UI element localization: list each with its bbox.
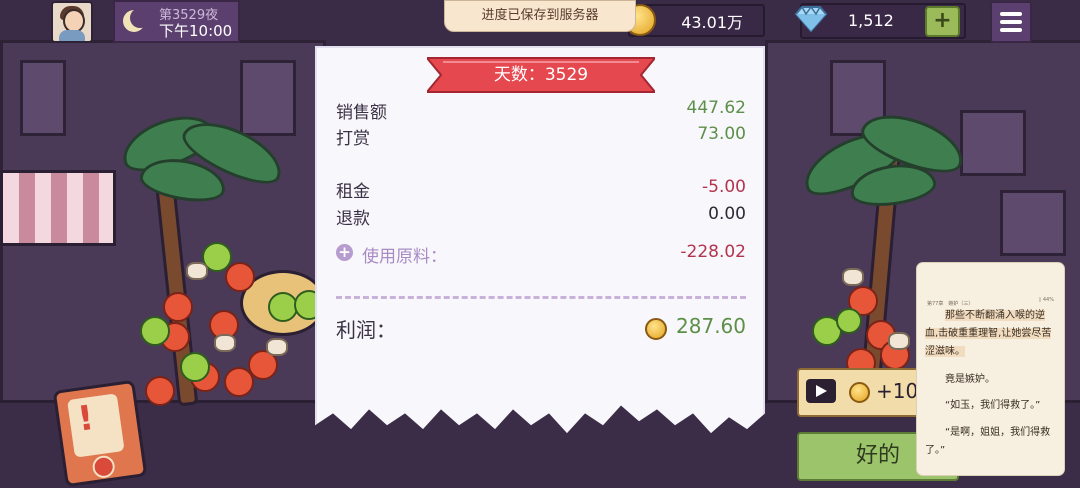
reader-paragraph: “是啊，姐姐，我们得救了。” xyxy=(925,427,1051,456)
reading-progress: ▯ 44% xyxy=(1038,297,1054,303)
refund-label: 退款 xyxy=(336,209,370,229)
rent-label: 租金 xyxy=(336,182,370,202)
sales-row: 销售额 447.62 xyxy=(336,98,746,123)
shop-awning xyxy=(0,170,116,246)
save-toast: 进度已保存到服务器 xyxy=(444,0,636,32)
moon-icon xyxy=(123,8,150,32)
profit-label: 利润： xyxy=(336,318,396,342)
diamond-icon xyxy=(794,5,828,33)
reader-paragraph: 竟是嫉妒。 xyxy=(945,374,995,385)
day-title: 天数：3529 xyxy=(493,65,589,85)
pepper-slice xyxy=(140,316,170,346)
pepper-slice xyxy=(180,352,210,382)
garlic-slice xyxy=(186,262,208,280)
tomato-slice xyxy=(224,367,254,397)
refund-row: 退款 0.00 xyxy=(336,204,746,229)
building-window xyxy=(960,110,1026,176)
player-avatar[interactable] xyxy=(51,1,93,43)
tips-label: 打赏 xyxy=(336,129,370,149)
ad-reward-amount: +10 xyxy=(876,379,919,403)
coin-balance: 43.01万 xyxy=(624,4,765,37)
coin-icon xyxy=(645,318,667,340)
chapter-header: 第77章 嫉妒（三） xyxy=(927,301,974,307)
sales-value: 447.62 xyxy=(686,98,746,118)
materials-label: 使用原料： xyxy=(362,247,447,267)
rent-row: 租金 -5.00 xyxy=(336,177,746,202)
clock-time: 下午10:00 xyxy=(159,22,233,40)
hamburger-menu-button[interactable] xyxy=(990,1,1032,43)
alert-card-button[interactable]: ! xyxy=(52,379,148,488)
tomato-slice xyxy=(225,262,255,292)
reader-paragraph: 那些不断翻涌入喉的逆血,击破重重理智,让她尝尽苦涩滋味。 xyxy=(925,310,1052,357)
materials-value: -228.02 xyxy=(680,242,746,262)
coin-icon xyxy=(849,382,870,403)
night-time-panel: 第3529夜 下午10:00 xyxy=(113,0,240,43)
garlic-slice xyxy=(842,268,864,286)
watch-ad-bonus-button[interactable]: +10 xyxy=(797,368,926,417)
materials-row[interactable]: + 使用原料： -228.02 xyxy=(336,242,746,267)
gem-balance: 1,512 + xyxy=(794,3,966,39)
add-gems-button[interactable]: + xyxy=(925,6,960,37)
plus-circle-icon[interactable]: + xyxy=(336,244,353,261)
receipt-divider xyxy=(336,296,746,299)
novel-reader-overlay[interactable]: 第77章 嫉妒（三） ▯ 44% 那些不断翻涌入喉的逆血,击破重重理智,让她尝尽… xyxy=(916,262,1065,476)
tips-row: 打赏 73.00 xyxy=(336,124,746,149)
reader-paragraph: “如玉，我们得救了。” xyxy=(945,400,1041,411)
sales-label: 销售额 xyxy=(336,103,387,123)
rent-value: -5.00 xyxy=(702,177,746,197)
video-play-icon xyxy=(806,379,836,403)
hamburger-menu-icon xyxy=(1000,12,1022,16)
refund-value: 0.00 xyxy=(708,204,746,224)
garlic-slice xyxy=(266,338,288,356)
profit-value: 287.60 xyxy=(676,314,746,338)
tomato-slice xyxy=(145,376,175,406)
building-window xyxy=(240,60,296,136)
garlic-slice xyxy=(888,332,910,350)
building-window xyxy=(1000,190,1066,256)
building-window xyxy=(20,60,66,136)
coin-amount: 43.01万 xyxy=(681,13,743,32)
tomato-slice xyxy=(163,292,193,322)
garlic-slice xyxy=(214,334,236,352)
gem-amount: 1,512 xyxy=(848,11,894,30)
pepper-slice xyxy=(836,308,862,334)
tips-value: 73.00 xyxy=(697,124,746,144)
